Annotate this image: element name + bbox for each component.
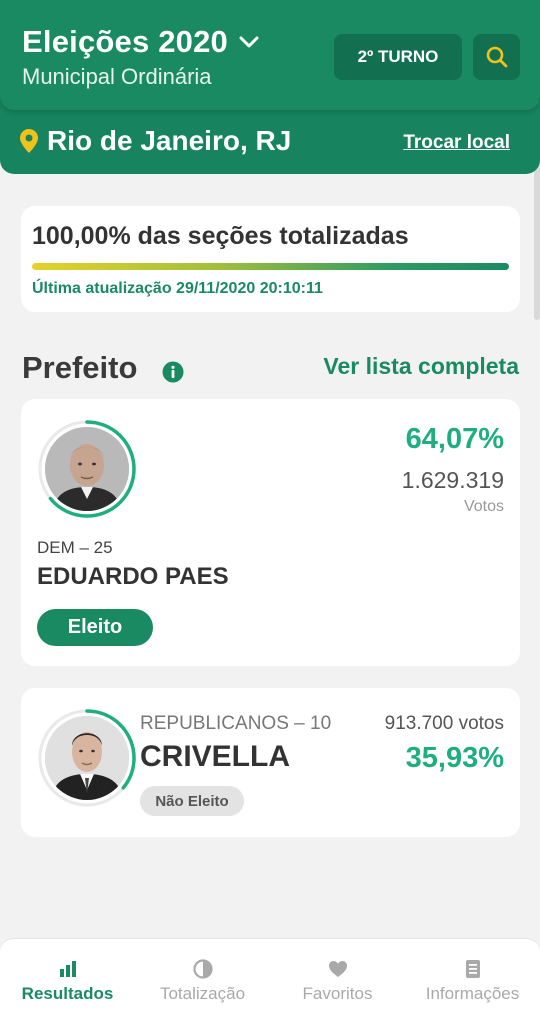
- candidate-photo-ring: [37, 708, 137, 808]
- candidate-percent: 35,93%: [405, 742, 504, 774]
- nav-item-favoritos[interactable]: Favoritos: [270, 939, 405, 1020]
- bar-chart-icon: [59, 961, 76, 977]
- candidate-party: DEM – 25: [37, 538, 113, 557]
- nav-item-totalizacao[interactable]: Totalização: [135, 939, 270, 1020]
- votes-label: Votos: [463, 498, 504, 515]
- candidate-card[interactable]: 64,07% 1.629.319 Votos DEM – 25 EDUARDO …: [21, 399, 520, 666]
- info-icon[interactable]: [162, 361, 184, 383]
- see-full-list-link[interactable]: Ver lista completa: [323, 353, 519, 380]
- election-subtitle: Municipal Ordinária: [22, 64, 212, 89]
- search-icon: [486, 46, 507, 68]
- nav-label: Informações: [425, 984, 520, 1003]
- avatar: [45, 716, 129, 800]
- location-name: Rio de Janeiro, RJ: [47, 125, 292, 156]
- candidate-votes: 913.700 votos: [384, 713, 504, 734]
- nav-item-resultados[interactable]: Resultados: [0, 939, 135, 1020]
- nav-label: Resultados: [21, 984, 114, 1003]
- section-title: Prefeito: [22, 350, 138, 385]
- candidate-percent: 64,07%: [405, 423, 504, 455]
- turno-button[interactable]: 2º TURNO: [334, 34, 462, 80]
- avatar: [45, 427, 129, 511]
- totalization-card: 100,00% das seções totalizadas Última at…: [21, 206, 520, 312]
- search-button[interactable]: [473, 34, 520, 80]
- app-header: Eleições 2020 Municipal Ordinária 2º TUR…: [0, 0, 540, 110]
- app-title: Eleições 2020: [22, 24, 228, 59]
- nav-label: Totalização: [159, 984, 246, 1003]
- last-update-text: Última atualização 29/11/2020 20:10:11: [32, 280, 323, 297]
- document-icon: [465, 960, 480, 978]
- status-badge: Não Eleito: [140, 786, 244, 816]
- bottom-navigation: Resultados Totalização Favoritos Informa…: [0, 938, 540, 1020]
- status-badge: Eleito: [37, 609, 153, 646]
- candidate-photo-ring: [37, 419, 137, 519]
- pie-chart-icon: [192, 959, 213, 979]
- heart-icon: [328, 961, 347, 977]
- nav-label: Favoritos: [302, 984, 373, 1003]
- candidate-party: REPUBLICANOS – 10: [140, 713, 332, 734]
- candidate-votes: 1.629.319: [401, 467, 504, 493]
- location-pin-icon: [20, 129, 38, 153]
- totalization-progress-bar: [32, 263, 509, 270]
- totalization-title: 100,00% das seções totalizadas: [32, 222, 409, 250]
- candidate-name: EDUARDO PAES: [37, 563, 229, 590]
- chevron-down-icon: [238, 31, 260, 53]
- election-selector[interactable]: Eleições 2020: [22, 24, 260, 60]
- nav-item-informacoes[interactable]: Informações: [405, 939, 540, 1020]
- change-location-link[interactable]: Trocar local: [403, 132, 510, 154]
- candidate-name: CRIVELLA: [140, 740, 290, 773]
- candidate-card[interactable]: REPUBLICANOS – 10 CRIVELLA 913.700 votos…: [21, 688, 520, 837]
